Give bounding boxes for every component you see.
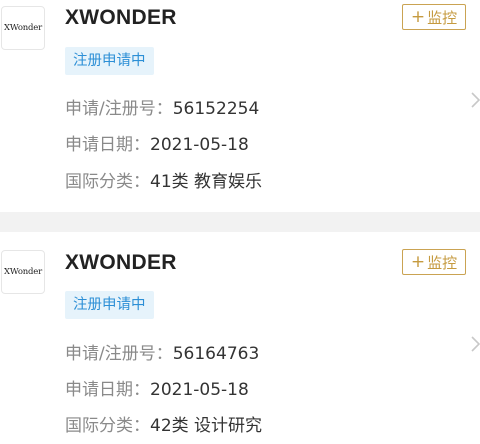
reg-number-value: 56164763 bbox=[172, 344, 260, 364]
logo-text: XWonder bbox=[4, 267, 42, 277]
intl-class-label: 国际分类： bbox=[65, 172, 150, 192]
intl-class-row: 国际分类：41类 教育娱乐 bbox=[65, 167, 262, 192]
apply-date-value: 2021-05-18 bbox=[150, 380, 249, 400]
card-separator bbox=[0, 212, 480, 232]
apply-date-row: 申请日期：2021-05-18 bbox=[65, 130, 249, 155]
chevron-right-icon[interactable] bbox=[470, 334, 480, 354]
apply-date-label: 申请日期： bbox=[65, 135, 150, 155]
trademark-name: XWONDER bbox=[65, 6, 177, 29]
trademark-logo: XWonder bbox=[1, 250, 45, 294]
intl-class-row: 国际分类：42类 设计研究 bbox=[65, 411, 262, 436]
apply-date-row: 申请日期：2021-05-18 bbox=[65, 375, 249, 400]
trademark-list: XWonder XWONDER + 监控 注册申请中 申请/注册号：561522… bbox=[0, 0, 480, 444]
monitor-button[interactable]: + 监控 bbox=[402, 4, 466, 30]
status-badge: 注册申请中 bbox=[65, 291, 154, 319]
monitor-button[interactable]: + 监控 bbox=[402, 249, 466, 275]
reg-number-value: 56152254 bbox=[172, 99, 260, 119]
monitor-label: 监控 bbox=[427, 253, 458, 272]
intl-class-value: 42类 设计研究 bbox=[150, 416, 263, 436]
status-badge: 注册申请中 bbox=[65, 47, 154, 75]
intl-class-value: 41类 教育娱乐 bbox=[150, 172, 263, 192]
reg-number-label: 申请/注册号： bbox=[65, 344, 173, 364]
plus-icon: + bbox=[410, 251, 426, 272]
intl-class-label: 国际分类： bbox=[65, 416, 150, 436]
logo-text: XWonder bbox=[4, 23, 42, 33]
reg-number-label: 申请/注册号： bbox=[65, 99, 173, 119]
monitor-label: 监控 bbox=[427, 8, 458, 27]
trademark-name: XWONDER bbox=[65, 251, 177, 274]
apply-date-label: 申请日期： bbox=[65, 380, 150, 400]
reg-number-row: 申请/注册号：56164763 bbox=[65, 339, 259, 364]
trademark-logo: XWonder bbox=[1, 6, 45, 50]
plus-icon: + bbox=[410, 6, 426, 27]
chevron-right-icon[interactable] bbox=[470, 90, 480, 110]
apply-date-value: 2021-05-18 bbox=[150, 135, 249, 155]
reg-number-row: 申请/注册号：56152254 bbox=[65, 94, 259, 119]
